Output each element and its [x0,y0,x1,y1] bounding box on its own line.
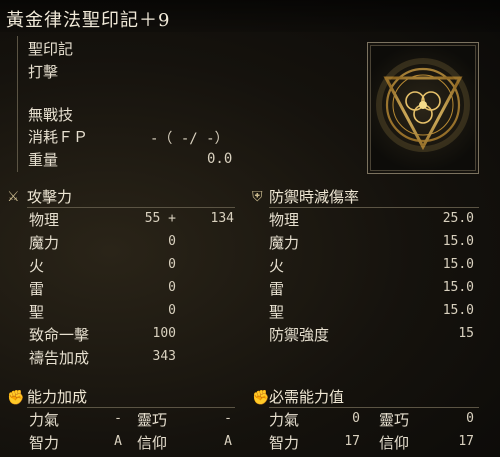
item-name: 黃金律法聖印記＋9 [6,10,171,31]
guard-row-value: 15.0 [442,303,474,318]
guard-row-label: 火 [269,257,285,275]
scaling-stat-value: A [114,434,122,449]
scaling-stat-value: - [114,411,122,426]
scaling-stat-value: A [224,434,232,449]
attack-row-label: 物理 [29,211,60,229]
attack-row-bonus: 134 [210,211,234,226]
scaling-rule [27,407,235,408]
requirements-title: 必需能力值 [269,388,345,406]
attack-row-value: 0 [168,234,176,249]
attack-row-label: 火 [29,257,45,275]
requirement-stat-value: 0 [466,411,474,426]
guard-row-label: 物理 [269,211,300,229]
attack-row-value: 343 [152,349,176,364]
attack-row-value: 0 [168,257,176,272]
attack-row-label: 致命一擊 [29,326,90,344]
attack-row-label: 魔力 [29,234,60,252]
guard-row-value: 15.0 [442,280,474,295]
requirement-stat-label: 智力 [269,434,300,452]
attack-row-value: 0 [168,303,176,318]
arm-icon: ✊ [7,390,25,406]
guard-row-value: 15 [458,326,474,341]
shield-icon: ⛨ [252,189,263,205]
sword-icon: ⚔ [7,189,20,205]
guard-row-label: 魔力 [269,234,300,252]
guard-row-value: 15.0 [442,257,474,272]
requirements-rule [269,407,479,408]
fp-value: -（ -/ -） [150,131,229,147]
attack-title: 攻擊力 [27,188,73,206]
attack-rule [27,207,235,208]
item-type: 聖印記 [28,40,74,58]
info-divider [17,36,18,172]
scaling-stat-label: 智力 [29,434,60,452]
attack-row-label: 聖 [29,303,45,321]
requirement-stat-label: 力氣 [269,411,300,429]
attack-type: 打擊 [28,63,59,81]
attack-row-value: 55 + [144,211,176,226]
attack-row-label: 禱告加成 [29,349,90,367]
guard-title: 防禦時減傷率 [269,188,360,206]
scaling-stat-label: 信仰 [137,434,168,452]
item-image-frame [367,42,479,174]
golden-order-seal-icon [376,58,470,152]
attack-row-label: 雷 [29,280,45,298]
attack-row-value: 100 [152,326,176,341]
guard-row-label: 聖 [269,303,285,321]
requirement-stat-label: 靈巧 [379,411,410,429]
arm-icon: ✊ [252,390,270,406]
weapon-skill: 無戰技 [28,106,74,124]
requirement-stat-label: 信仰 [379,434,410,452]
scaling-stat-label: 力氣 [29,411,60,429]
requirement-stat-value: 17 [458,434,474,449]
guard-row-value: 25.0 [442,211,474,226]
scaling-stat-value: - [224,411,232,426]
guard-row-label: 防禦強度 [269,326,330,344]
weight-value: 0.0 [207,151,233,167]
scaling-title: 能力加成 [27,388,88,406]
guard-row-value: 15.0 [442,234,474,249]
requirement-stat-value: 17 [344,434,360,449]
weight-label: 重量 [28,151,59,169]
scaling-stat-label: 靈巧 [137,411,168,429]
guard-row-label: 雷 [269,280,285,298]
fp-label: 消耗ＦＰ [28,128,89,146]
attack-row-value: 0 [168,280,176,295]
guard-rule [269,207,479,208]
requirement-stat-value: 0 [352,411,360,426]
